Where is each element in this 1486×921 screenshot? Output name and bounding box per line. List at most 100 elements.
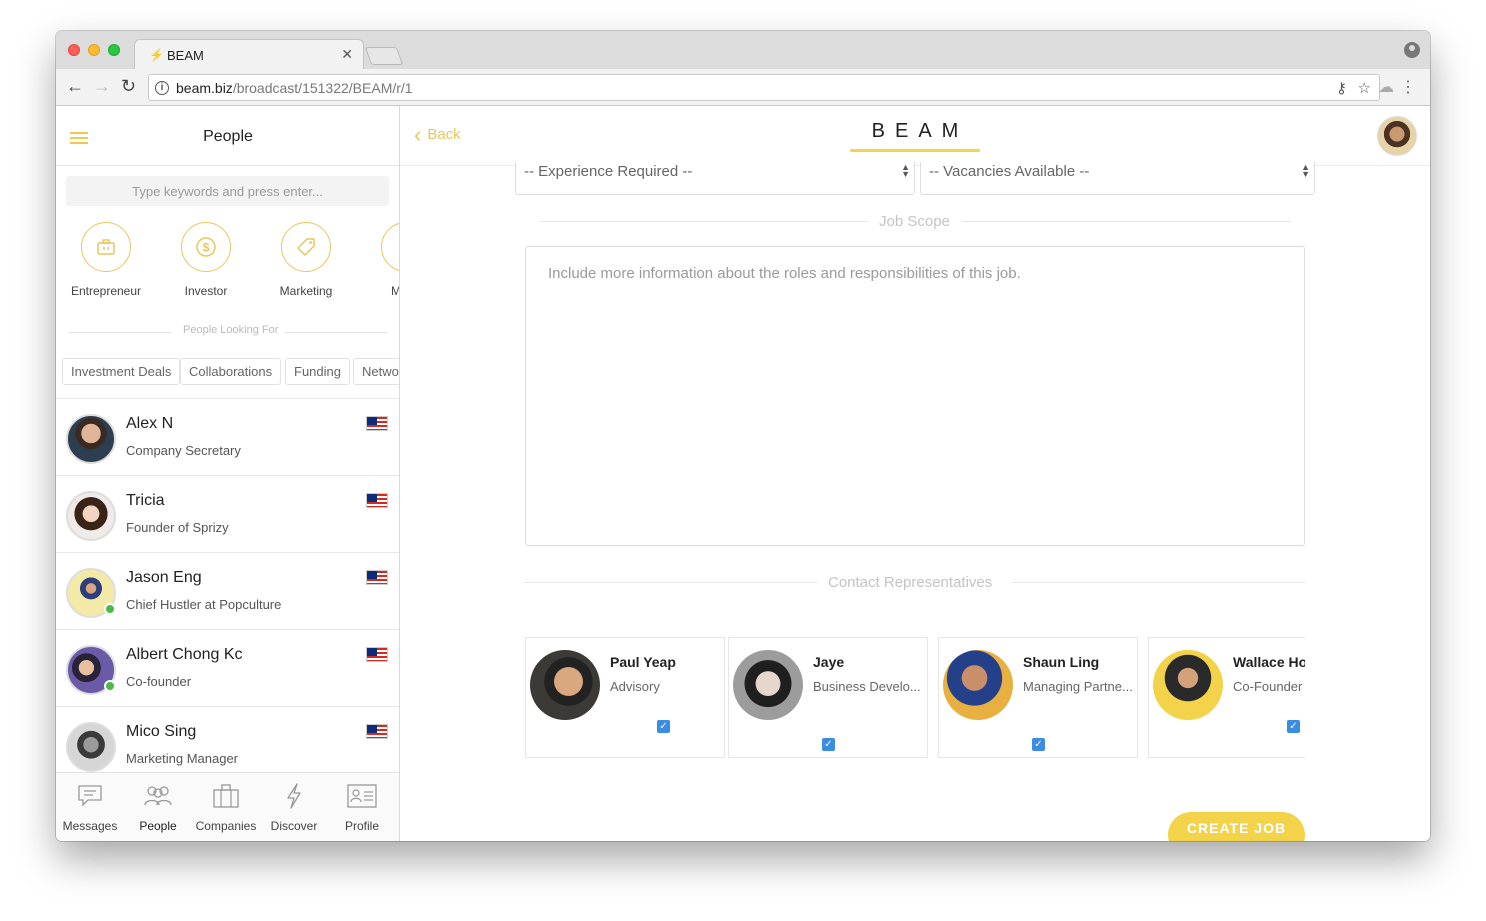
divider bbox=[540, 221, 868, 222]
star-icon[interactable]: ☆ bbox=[1358, 79, 1371, 97]
representative-checkbox[interactable]: ✓ bbox=[1287, 720, 1300, 733]
reload-icon[interactable]: ↻ bbox=[121, 76, 136, 96]
representative-checkbox[interactable]: ✓ bbox=[822, 738, 835, 751]
address-bar[interactable]: i beam.biz/broadcast/151322/BEAM/r/1 ⚷ ☆ bbox=[148, 74, 1380, 101]
forward-arrow-icon[interactable]: → bbox=[93, 76, 111, 96]
category-mana[interactable]: Mana bbox=[356, 222, 400, 298]
key-icon[interactable]: ⚷ bbox=[1336, 79, 1347, 97]
create-job-button[interactable]: CREATE JOB bbox=[1168, 812, 1305, 841]
category-label: Mana bbox=[390, 284, 400, 298]
experience-required-select[interactable]: -- Experience Required -- ▲ ▼ bbox=[515, 162, 915, 195]
briefcase-icon bbox=[192, 781, 260, 811]
search-input[interactable] bbox=[66, 176, 389, 206]
experience-select-value: -- Experience Required -- bbox=[524, 163, 693, 180]
svg-text:$: $ bbox=[203, 241, 210, 255]
main-header: ‹ Back BEAM bbox=[400, 106, 1430, 166]
category-label: Entrepreneur bbox=[70, 284, 142, 298]
nav-messages[interactable]: Messages bbox=[56, 773, 124, 841]
nav-label: Messages bbox=[62, 819, 118, 833]
lightning-icon bbox=[260, 781, 328, 811]
vacancies-available-select[interactable]: -- Vacancies Available -- ▲ ▼ bbox=[920, 162, 1315, 195]
divider bbox=[962, 221, 1290, 222]
list-item[interactable]: Tricia Founder of Sprizy bbox=[56, 475, 399, 552]
list-item[interactable]: Albert Chong Kc Co-founder bbox=[56, 629, 399, 706]
nav-companies[interactable]: Companies bbox=[192, 773, 260, 841]
representative-card[interactable]: Paul Yeap Advisory ✓ bbox=[525, 637, 725, 758]
avatar bbox=[943, 650, 1013, 720]
vacancies-select-value: -- Vacancies Available -- bbox=[929, 163, 1090, 180]
category-label: Marketing bbox=[279, 284, 333, 298]
browser-profile-icon[interactable] bbox=[1404, 42, 1420, 58]
briefcase-icon bbox=[81, 222, 131, 272]
category-marketing[interactable]: Marketing bbox=[256, 222, 356, 298]
arrow-icon bbox=[381, 222, 399, 272]
person-title: Marketing Manager bbox=[126, 751, 238, 766]
browser-window: ⚡ BEAM ✕ ← → ↻ i beam.biz/broadcast/1513… bbox=[56, 31, 1430, 841]
nav-label: People bbox=[139, 819, 177, 833]
contact-representatives-title: Contact Representatives bbox=[828, 574, 993, 591]
close-tab-icon[interactable]: ✕ bbox=[341, 46, 353, 63]
url-text: beam.biz/broadcast/151322/BEAM/r/1 bbox=[176, 80, 413, 96]
chip-collaborations[interactable]: Collaborations bbox=[180, 358, 282, 385]
user-avatar[interactable] bbox=[1377, 116, 1417, 156]
chip-networking[interactable]: Netwo bbox=[353, 358, 399, 385]
nav-people[interactable]: People bbox=[124, 773, 192, 841]
representatives-list: Paul Yeap Advisory ✓ Jaye Business Devel… bbox=[525, 637, 1305, 758]
dollar-icon: $ bbox=[181, 222, 231, 272]
person-name: Albert Chong Kc bbox=[126, 646, 243, 663]
menu-dots-icon[interactable]: ⋮ bbox=[1400, 77, 1416, 97]
beam-logo[interactable]: BEAM bbox=[850, 120, 980, 143]
tab-title: BEAM bbox=[167, 48, 204, 63]
looking-for-label: People Looking For bbox=[183, 324, 279, 336]
chip-funding[interactable]: Funding bbox=[285, 358, 350, 385]
url-path: /broadcast/151322/BEAM/r/1 bbox=[232, 80, 413, 96]
malaysia-flag-icon bbox=[366, 570, 388, 585]
representative-role: Co-Founder bbox=[1233, 679, 1303, 694]
job-scope-textarea[interactable] bbox=[525, 246, 1305, 546]
back-button[interactable]: ‹ Back bbox=[414, 124, 461, 146]
list-item[interactable]: Jason Eng Chief Hustler at Popculture bbox=[56, 552, 399, 629]
category-label: Investor bbox=[184, 284, 228, 298]
list-item[interactable]: Alex N Company Secretary bbox=[56, 398, 399, 475]
job-scope-title: Job Scope bbox=[879, 213, 950, 230]
representative-name: Paul Yeap bbox=[610, 654, 676, 670]
sidebar-header: People bbox=[56, 106, 399, 166]
divider bbox=[1013, 582, 1305, 583]
bottom-nav: Messages People Companies Discover Profi… bbox=[56, 772, 399, 841]
chevron-left-icon: ‹ bbox=[414, 122, 422, 147]
tab-bar: ⚡ BEAM ✕ bbox=[56, 31, 1430, 69]
info-icon[interactable]: i bbox=[155, 81, 169, 95]
category-entrepreneur[interactable]: Entrepreneur bbox=[56, 222, 156, 298]
back-arrow-icon[interactable]: ← bbox=[66, 76, 84, 96]
nav-label: Companies bbox=[195, 819, 257, 833]
representative-card[interactable]: Jaye Business Develo... ✓ bbox=[728, 637, 928, 758]
representative-card[interactable]: Wallace Ho Co-Founder ✓ bbox=[1148, 637, 1305, 758]
maximize-window-button[interactable] bbox=[108, 44, 120, 56]
representative-checkbox[interactable]: ✓ bbox=[657, 720, 670, 733]
person-title: Founder of Sprizy bbox=[126, 520, 229, 535]
representative-role: Business Develo... bbox=[813, 679, 921, 694]
category-investor[interactable]: $ Investor bbox=[156, 222, 256, 298]
profile-card-icon bbox=[328, 781, 396, 811]
representative-checkbox[interactable]: ✓ bbox=[1032, 738, 1045, 751]
cloud-icon[interactable]: ☁ bbox=[1378, 77, 1394, 97]
back-label: Back bbox=[427, 126, 461, 143]
browser-toolbar: ← → ↻ i beam.biz/broadcast/151322/BEAM/r… bbox=[56, 69, 1430, 106]
chip-investment-deals[interactable]: Investment Deals bbox=[62, 358, 181, 385]
representative-role: Advisory bbox=[610, 679, 660, 694]
minimize-window-button[interactable] bbox=[88, 44, 100, 56]
bolt-icon: ⚡ bbox=[149, 48, 164, 62]
nav-discover[interactable]: Discover bbox=[260, 773, 328, 841]
new-tab-button[interactable] bbox=[364, 47, 404, 65]
nav-profile[interactable]: Profile bbox=[328, 773, 396, 841]
representative-name: Shaun Ling bbox=[1023, 654, 1100, 670]
browser-tab[interactable]: ⚡ BEAM ✕ bbox=[134, 39, 364, 69]
looking-for-divider: People Looking For bbox=[56, 324, 399, 340]
person-name: Jason Eng bbox=[126, 569, 202, 586]
close-window-button[interactable] bbox=[68, 44, 80, 56]
representative-name: Wallace Ho bbox=[1233, 654, 1305, 670]
avatar bbox=[66, 722, 116, 772]
avatar bbox=[733, 650, 803, 720]
logo-underline bbox=[850, 149, 980, 152]
representative-card[interactable]: Shaun Ling Managing Partne... ✓ bbox=[938, 637, 1138, 758]
